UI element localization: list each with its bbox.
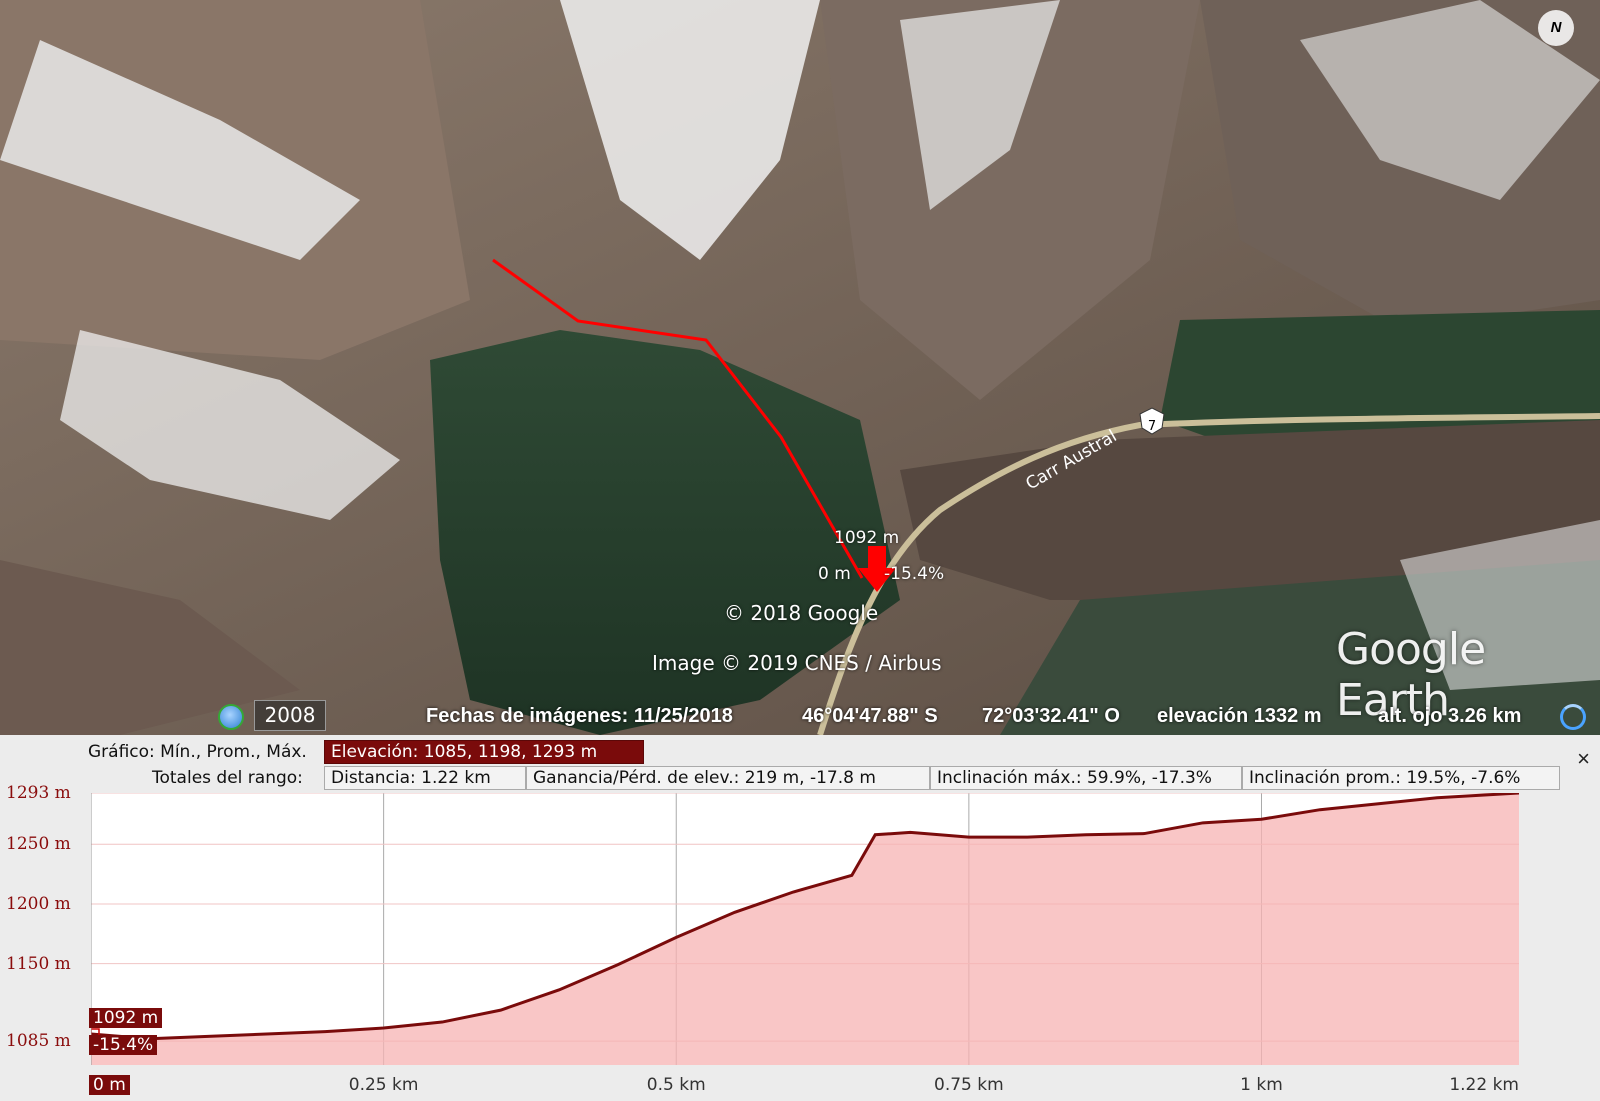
marker-distance-label: 0 m bbox=[818, 564, 851, 584]
historical-imagery-clock-icon[interactable] bbox=[218, 704, 244, 730]
satellite-map-view[interactable]: 7 Carr Austral 1092 m 0 m -15.4% © 2018 … bbox=[0, 0, 1600, 735]
x-tick-label: 1 km bbox=[1240, 1075, 1283, 1095]
copyright-text: © 2018 Google bbox=[724, 601, 879, 625]
compass-north-icon[interactable]: N bbox=[1538, 10, 1574, 46]
route-shield-number: 7 bbox=[1148, 419, 1156, 434]
x-tick-label: 0 m bbox=[89, 1075, 130, 1095]
totals-label: Totales del rango: bbox=[152, 768, 303, 788]
y-tick-label: 1293 m bbox=[6, 783, 71, 803]
x-tick-label: 0.5 km bbox=[646, 1075, 706, 1095]
longitude-readout: 72°03'32.41" O bbox=[982, 705, 1120, 727]
max-slope-box[interactable]: Inclinación máx.: 59.9%, -17.3% bbox=[930, 766, 1242, 790]
profile-header-row-graph: Gráfico: Mín., Prom., Máx. Elevación: 10… bbox=[0, 740, 1600, 771]
y-tick-label: 1200 m bbox=[6, 893, 71, 914]
elevation-profile-svg bbox=[91, 793, 1519, 1065]
eye-altitude-readout: alt. ojo 3.26 km bbox=[1378, 705, 1522, 727]
y-tick-label: 1250 m bbox=[6, 834, 71, 855]
status-bar: 2008 Fechas de imágenes: 11/25/2018 46°0… bbox=[0, 697, 1600, 735]
distance-box[interactable]: Distancia: 1.22 km bbox=[324, 766, 526, 790]
gain-loss-box[interactable]: Ganancia/Pérd. de elev.: 219 m, -17.8 m bbox=[526, 766, 930, 790]
x-tick-label: 0.75 km bbox=[934, 1075, 1004, 1095]
imagery-dates: Fechas de imágenes: 11/25/2018 bbox=[426, 705, 733, 727]
elevation-profile-panel: Gráfico: Mín., Prom., Máx. Elevación: 10… bbox=[0, 735, 1600, 1101]
x-tick-label: 0.25 km bbox=[348, 1075, 419, 1095]
historical-year-box[interactable]: 2008 bbox=[254, 700, 326, 731]
marker-slope-label: -15.4% bbox=[884, 564, 945, 584]
y-tick-label: 1085 m bbox=[6, 1031, 71, 1052]
graph-elevation-button[interactable]: Elevación: 1085, 1198, 1293 m bbox=[324, 740, 644, 764]
streaming-progress-icon bbox=[1560, 704, 1586, 730]
avg-slope-box[interactable]: Inclinación prom.: 19.5%, -7.6% bbox=[1242, 766, 1560, 790]
marker-elevation-label: 1092 m bbox=[834, 528, 900, 548]
elevation-readout: elevación 1332 m bbox=[1157, 705, 1322, 727]
elevation-area bbox=[91, 793, 1519, 1065]
profile-header-row-totals: Totales del rango: Distancia: 1.22 km Ga… bbox=[0, 766, 1600, 790]
cursor-elevation-tag: 1092 m bbox=[89, 1008, 163, 1028]
google-earth-window: 7 Carr Austral 1092 m 0 m -15.4% © 2018 … bbox=[0, 0, 1600, 1101]
image-credit-text: Image © 2019 CNES / Airbus bbox=[652, 651, 942, 675]
graph-label: Gráfico: Mín., Prom., Máx. bbox=[88, 742, 307, 762]
y-tick-label: 1150 m bbox=[6, 953, 71, 974]
cursor-slope-tag: -15.4% bbox=[89, 1035, 158, 1055]
elevation-profile-chart[interactable] bbox=[91, 793, 1519, 1065]
x-tick-label: 1.22 km bbox=[1449, 1075, 1519, 1095]
latitude-readout: 46°04'47.88" S bbox=[802, 705, 938, 727]
